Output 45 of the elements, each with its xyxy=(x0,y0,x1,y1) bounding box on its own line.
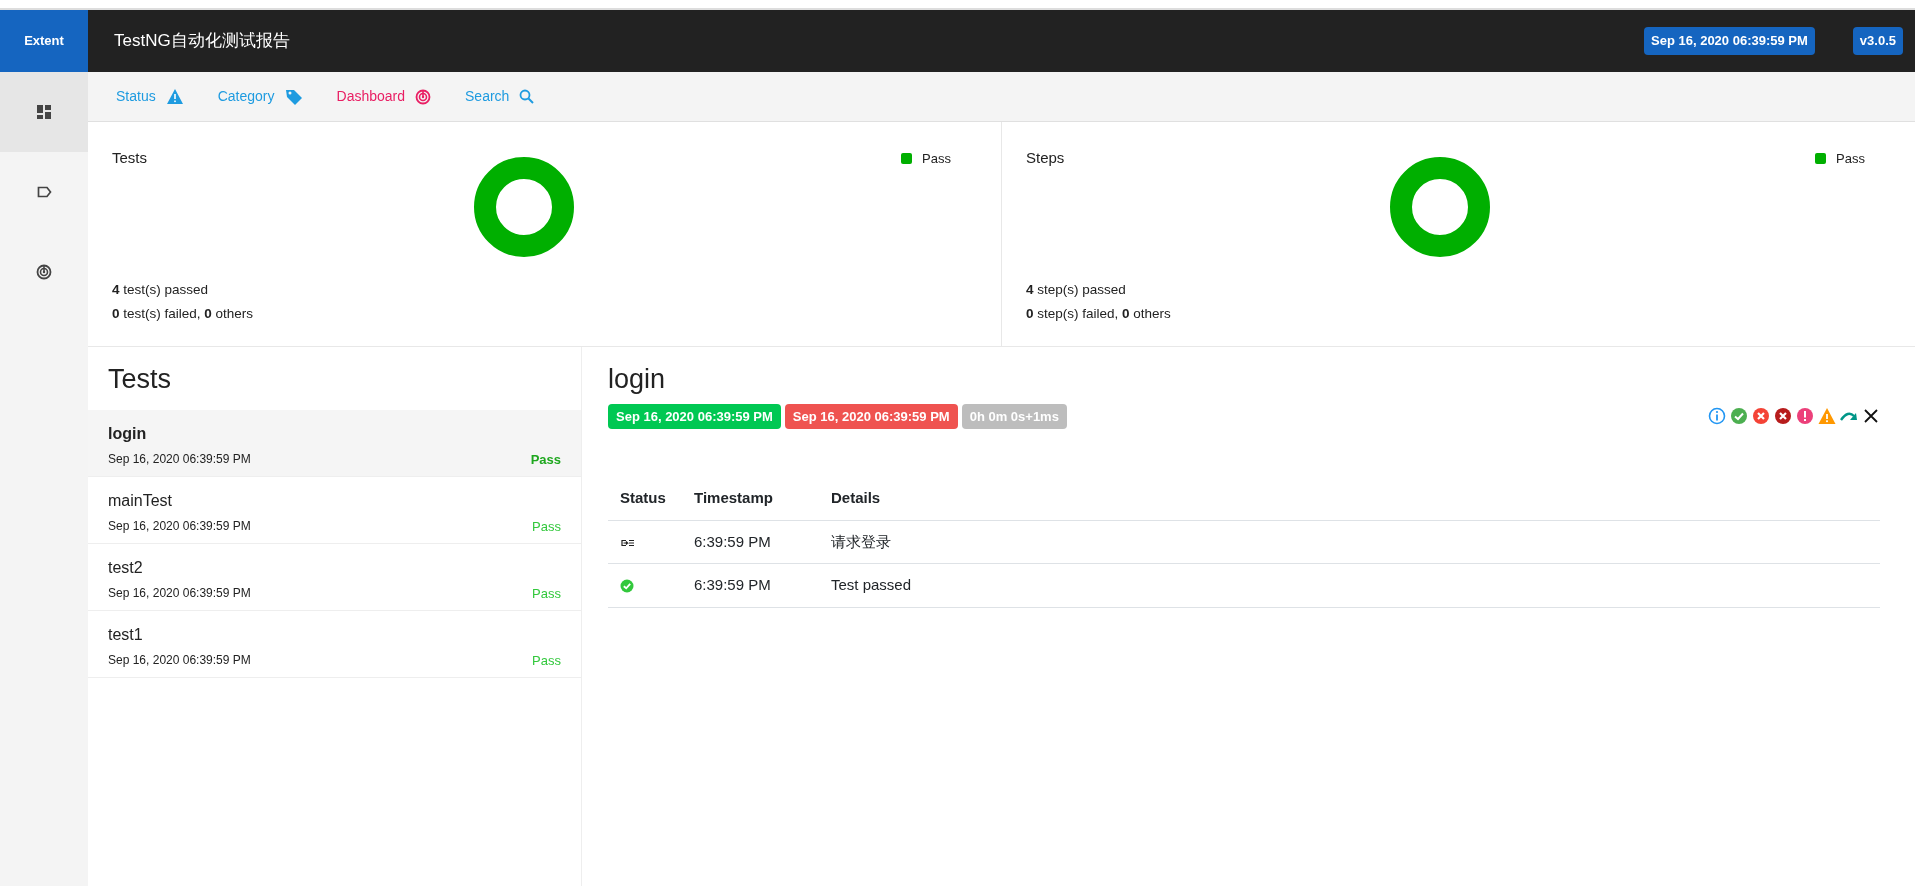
column-header: Timestamp xyxy=(682,477,819,520)
search-icon xyxy=(519,89,535,104)
time-badge: 0h 0m 0s+1ms xyxy=(961,403,1067,429)
table-cell: 6:39:59 PM xyxy=(682,520,819,564)
check-icon[interactable] xyxy=(1730,407,1748,426)
logo: Extent xyxy=(0,10,88,72)
test-item[interactable]: test1 Sep 16, 2020 06:39:59 PM Pass xyxy=(88,610,581,678)
radar-icon xyxy=(36,264,52,280)
legend-label: Pass xyxy=(922,150,951,168)
header-badge: Sep 16, 2020 06:39:59 PM xyxy=(1644,27,1815,55)
summary-text: 0 step(s) failed, 0 others xyxy=(1026,305,1172,323)
column-header: Details xyxy=(819,477,1880,520)
summary-text: 4 step(s) passed xyxy=(1026,281,1127,299)
cross-icon[interactable] xyxy=(1752,407,1770,426)
sidebar-item[interactable] xyxy=(0,72,88,152)
nav-link[interactable]: Dashboard xyxy=(336,86,431,107)
test-item[interactable]: mainTest Sep 16, 2020 06:39:59 PM Pass xyxy=(88,476,581,544)
summary-text: 4 test(s) passed xyxy=(112,281,210,299)
tag-icon xyxy=(36,186,52,198)
radar-icon xyxy=(415,88,431,105)
dashboard-icon xyxy=(37,105,51,119)
check-icon xyxy=(620,579,634,594)
cross-icon[interactable] xyxy=(1774,407,1792,426)
test-item[interactable]: login Sep 16, 2020 06:39:59 PM Pass xyxy=(88,409,581,477)
info-icon[interactable] xyxy=(1708,407,1726,426)
panel-title: Tests xyxy=(112,148,147,168)
exclamation-icon[interactable] xyxy=(1796,407,1814,426)
section-title: Tests xyxy=(107,363,173,396)
log-icon xyxy=(620,537,635,548)
time-badge: Sep 16, 2020 06:39:59 PM xyxy=(608,403,781,429)
table-cell: 6:39:59 PM xyxy=(682,563,819,607)
column-header: Status xyxy=(608,477,682,520)
warning-icon[interactable] xyxy=(1818,407,1836,426)
time-badge: Sep 16, 2020 06:39:59 PM xyxy=(784,403,958,429)
test-item[interactable]: test2 Sep 16, 2020 06:39:59 PM Pass xyxy=(88,543,581,611)
report-title: TestNG自动化测试报告 xyxy=(114,30,291,53)
warning-icon xyxy=(165,88,184,105)
table-cell: Test passed xyxy=(819,563,1880,607)
legend-label: Pass xyxy=(1836,150,1865,168)
panel-title: Steps xyxy=(1026,148,1065,168)
test-title: login xyxy=(608,363,667,396)
tag-icon xyxy=(284,87,303,106)
table-cell: 请求登录 xyxy=(819,520,1880,564)
summary-text: 0 test(s) failed, 0 others xyxy=(112,305,255,323)
header-badge: v3.0.5 xyxy=(1852,27,1903,55)
